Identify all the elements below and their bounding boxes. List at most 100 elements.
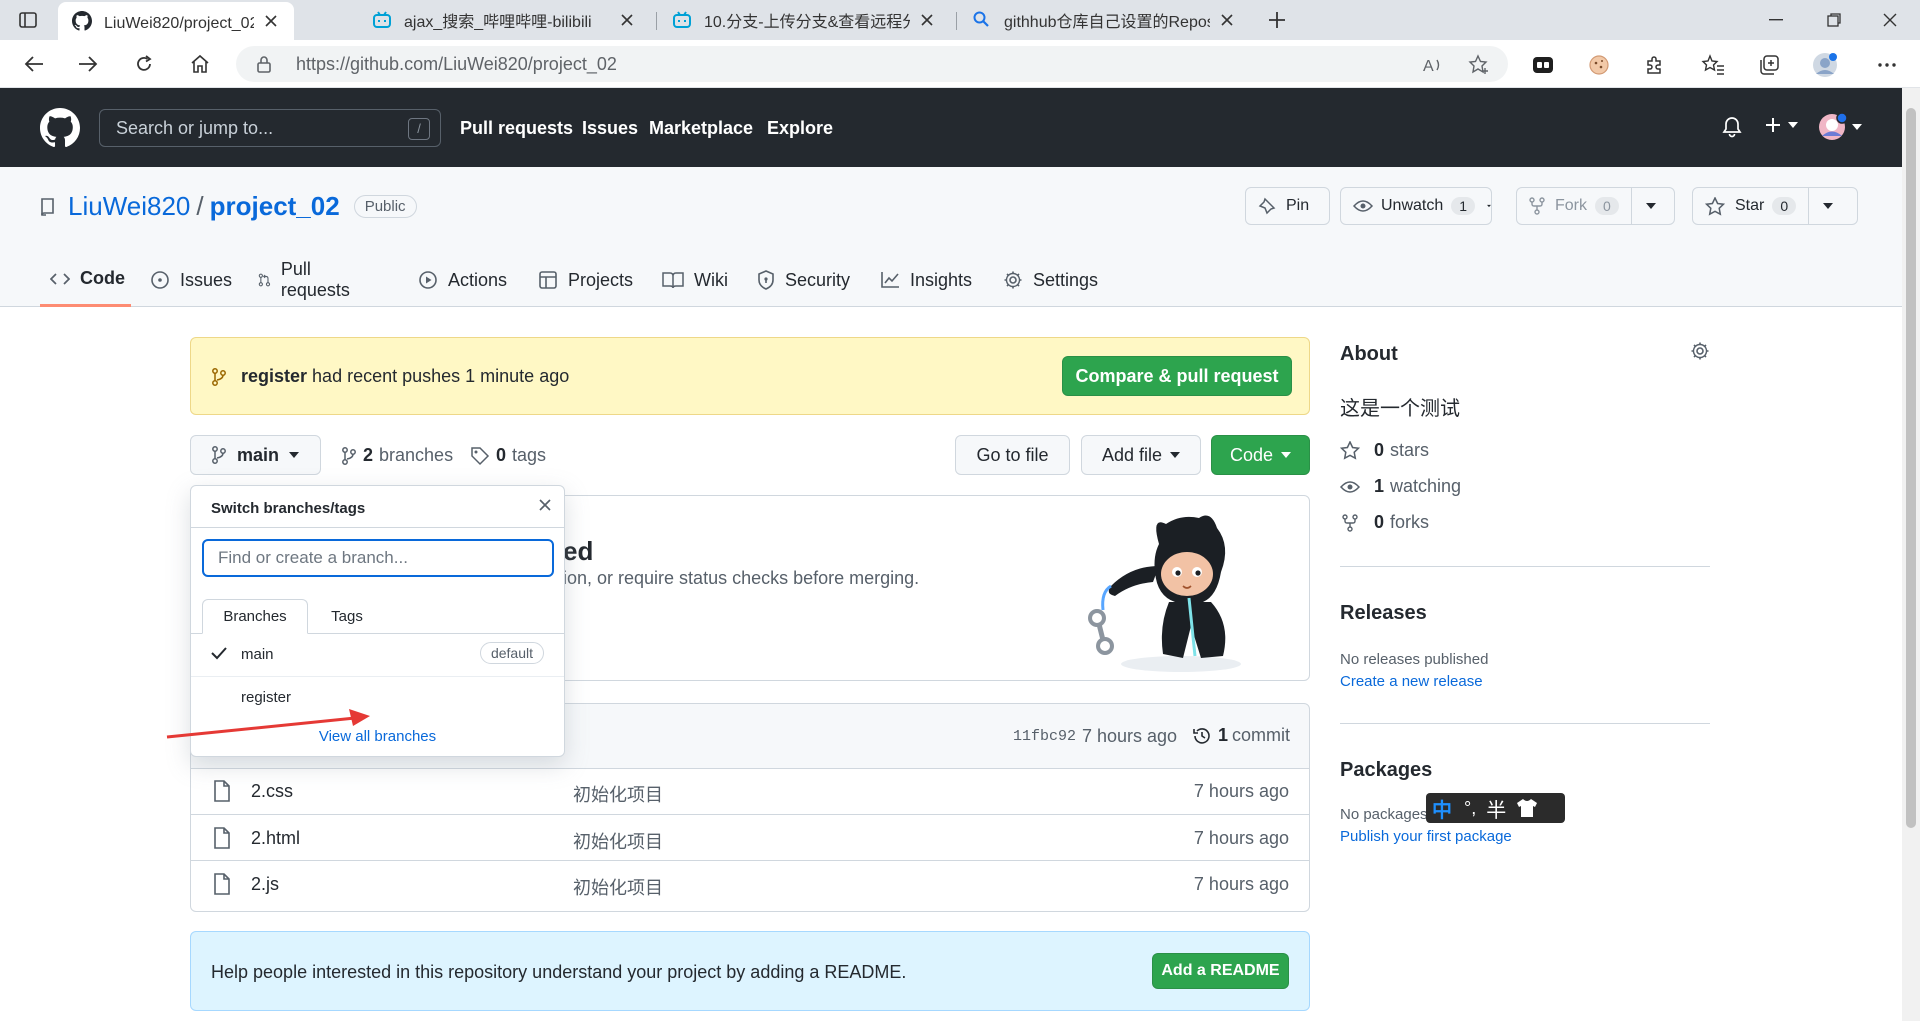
tab-branches[interactable]: Branches [202, 599, 308, 634]
home-icon[interactable] [184, 50, 216, 78]
page-scrollbar[interactable] [1902, 88, 1920, 1021]
tab-code[interactable]: Code [40, 253, 131, 307]
stars-count: 0 [1374, 440, 1385, 460]
browser-tab-github[interactable]: LiuWei820/project_02: 这是一个测试 [58, 2, 294, 40]
file-row[interactable]: 2.js 初始化项目 7 hours ago [191, 860, 1309, 906]
close-icon[interactable] [262, 12, 280, 30]
file-row[interactable]: 2.html 初始化项目 7 hours ago [191, 814, 1309, 860]
branch-select-button[interactable]: main [190, 435, 321, 475]
gear-icon [1004, 271, 1022, 289]
tab-pull-requests[interactable]: Pull requests [258, 253, 355, 307]
github-logo-icon[interactable] [40, 108, 80, 148]
window-close-icon[interactable] [1862, 0, 1918, 40]
browser-tab-search[interactable]: githhub仓库自己设置的Repository [958, 0, 1250, 40]
new-tab-icon[interactable] [1262, 6, 1292, 34]
notifications-bell-icon[interactable] [1722, 116, 1742, 138]
fork-button[interactable]: Fork 0 [1516, 187, 1675, 225]
compare-pull-request-button[interactable]: Compare & pull request [1062, 356, 1292, 396]
tab-issues[interactable]: Issues [150, 253, 232, 307]
create-release-link[interactable]: Create a new release [1340, 673, 1483, 690]
search-input[interactable] [100, 110, 440, 146]
github-search[interactable]: / [99, 109, 441, 147]
user-menu-button[interactable] [1818, 112, 1862, 142]
file-age: 7 hours ago [1193, 874, 1289, 894]
unwatch-label: Unwatch [1381, 197, 1444, 214]
go-to-file-button[interactable]: Go to file [955, 435, 1070, 475]
read-aloud-icon[interactable]: A [1422, 54, 1444, 76]
watching-link[interactable]: 1 watching [1340, 476, 1461, 497]
file-name[interactable]: 2.html [251, 828, 300, 849]
watching-label: watching [1390, 476, 1462, 496]
star-dropdown[interactable] [1809, 188, 1847, 224]
browser-tab-bilibili-1[interactable]: ajax_搜索_哔哩哔哩-bilibili [358, 0, 650, 40]
file-commit-message[interactable]: 初始化项目 [573, 828, 663, 854]
pushed-branch-name[interactable]: register [241, 366, 307, 386]
forward-icon[interactable] [72, 50, 104, 78]
ime-width[interactable]: 半 [1486, 794, 1506, 823]
commit-history-link[interactable]: 1 commit [1192, 725, 1290, 746]
tab-tags[interactable]: Tags [308, 599, 386, 634]
nav-explore[interactable]: Explore [767, 118, 833, 139]
collections-icon[interactable] [1756, 52, 1782, 78]
add-favorite-icon[interactable] [1468, 54, 1490, 76]
add-readme-button[interactable]: Add a README [1152, 953, 1289, 989]
extension-icon[interactable] [1530, 52, 1556, 78]
tab-security[interactable]: Security [757, 253, 850, 307]
branches-link[interactable]: 2 branches [341, 445, 453, 466]
packages-heading[interactable]: Packages [1340, 759, 1432, 782]
tab-projects[interactable]: Projects [538, 253, 633, 307]
file-commit-message[interactable]: 初始化项目 [573, 781, 663, 807]
commit-sha[interactable]: 11fbc92 [1013, 728, 1076, 745]
close-icon[interactable] [918, 11, 936, 29]
refresh-icon[interactable] [128, 50, 160, 78]
nav-pull-requests[interactable]: Pull requests [460, 118, 573, 139]
scrollbar-thumb[interactable] [1906, 108, 1916, 828]
unwatch-button[interactable]: Unwatch 1 [1340, 187, 1492, 225]
close-icon[interactable] [618, 11, 636, 29]
close-icon[interactable] [1218, 11, 1236, 29]
fork-dropdown[interactable] [1632, 188, 1670, 224]
branch-item-main[interactable]: main default [191, 634, 564, 674]
extension-cookie-icon[interactable] [1586, 52, 1612, 78]
url-field[interactable]: https://github.com/LiuWei820/project_02 … [236, 46, 1508, 82]
tab-settings[interactable]: Settings [1003, 253, 1098, 307]
close-icon[interactable] [538, 498, 552, 512]
repo-name-link[interactable]: project_02 [210, 191, 340, 222]
restore-icon[interactable] [1806, 0, 1862, 40]
tab-actions-icon[interactable] [14, 8, 42, 32]
nav-marketplace[interactable]: Marketplace [649, 118, 753, 139]
favorites-icon[interactable] [1700, 52, 1726, 78]
add-file-button[interactable]: Add file [1081, 435, 1201, 475]
file-name[interactable]: 2.css [251, 781, 293, 802]
extensions-puzzle-icon[interactable] [1642, 52, 1668, 78]
tab-label: Actions [448, 269, 508, 290]
stars-link[interactable]: 0 stars [1340, 440, 1429, 461]
code-button[interactable]: Code [1211, 435, 1310, 475]
file-row[interactable]: 2.css 初始化项目 7 hours ago [191, 768, 1309, 814]
file-name[interactable]: 2.js [251, 874, 279, 895]
file-commit-message[interactable]: 初始化项目 [573, 874, 663, 900]
star-button[interactable]: Star 0 [1692, 187, 1858, 225]
minimize-icon[interactable] [1748, 0, 1804, 40]
releases-heading[interactable]: Releases [1340, 602, 1427, 625]
repo-owner-link[interactable]: LiuWei820 [68, 191, 190, 222]
ime-mode-indicator[interactable]: 中 [1432, 794, 1452, 823]
tab-insights[interactable]: Insights [880, 253, 972, 307]
ime-toolbar[interactable]: 中 °, 半 [1426, 793, 1565, 823]
tab-actions[interactable]: Actions [418, 253, 507, 307]
create-new-button[interactable] [1764, 116, 1798, 134]
nav-issues[interactable]: Issues [582, 118, 638, 139]
tab-wiki[interactable]: Wiki [662, 253, 728, 307]
forks-link[interactable]: 0 forks [1340, 512, 1429, 533]
pin-button[interactable]: Pin [1245, 187, 1330, 225]
about-settings-gear-icon[interactable] [1690, 341, 1710, 361]
publish-package-link[interactable]: Publish your first package [1340, 828, 1512, 845]
branch-filter-input[interactable] [202, 539, 554, 577]
ime-skin-icon[interactable] [1516, 798, 1538, 818]
ime-punctuation[interactable]: °, [1464, 798, 1476, 819]
profile-avatar-icon[interactable] [1812, 52, 1838, 78]
tags-link[interactable]: 0 tags [470, 445, 546, 466]
more-menu-icon[interactable] [1874, 52, 1900, 78]
browser-tab-bilibili-2[interactable]: 10.分支-上传分支&查看远程分支 [658, 0, 950, 40]
back-icon[interactable] [18, 50, 50, 78]
